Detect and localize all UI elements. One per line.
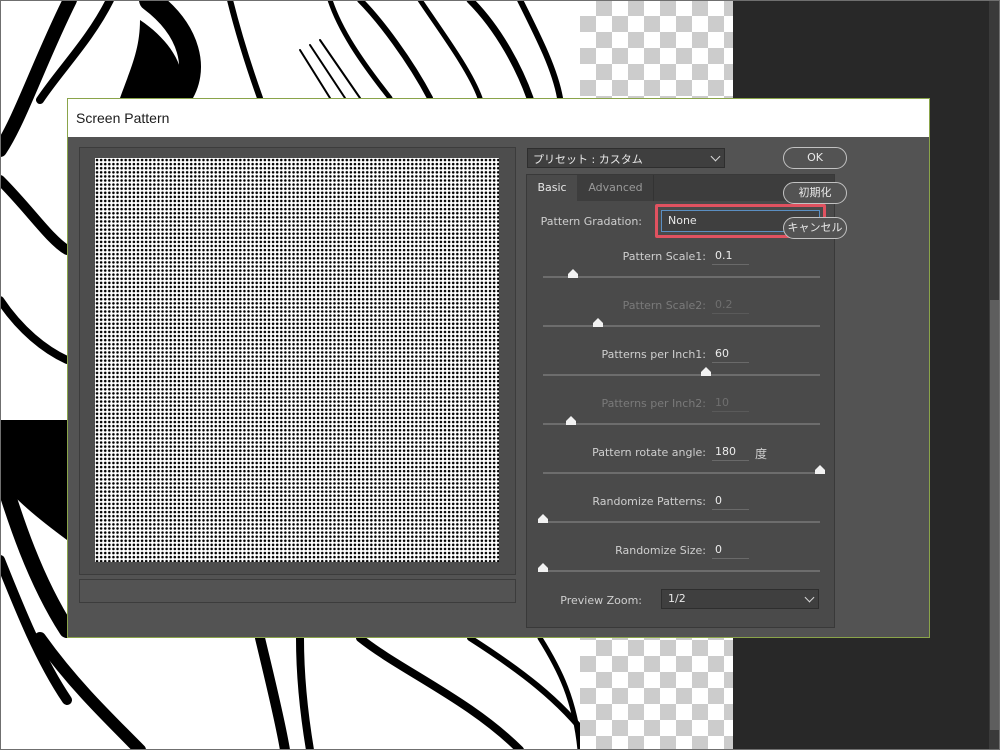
slider-thumb[interactable]: [701, 367, 712, 376]
slider-thumb: [593, 318, 604, 327]
value-input: 0.2: [712, 296, 749, 314]
tab-advanced[interactable]: Advanced: [578, 175, 654, 201]
slider-thumb[interactable]: [538, 563, 548, 572]
slider-thumb: [565, 416, 576, 425]
row-label: Patterns per Inch2:: [601, 397, 706, 410]
chevron-down-icon: [804, 592, 815, 603]
value-input[interactable]: 0: [712, 492, 749, 510]
preset-dropdown[interactable]: プリセット : カスタム: [527, 148, 725, 168]
value-input[interactable]: 60: [712, 345, 749, 363]
unit-label: 度: [755, 447, 768, 461]
row-label: Pattern rotate angle:: [592, 446, 706, 459]
slider-track[interactable]: [538, 563, 820, 572]
slider-track: [543, 416, 820, 425]
slider-thumb[interactable]: [538, 514, 548, 523]
value-input[interactable]: 180: [712, 443, 749, 461]
row-label: Randomize Patterns:: [592, 495, 706, 508]
preview-status-bar: [79, 579, 516, 603]
row-label: Pattern Scale1:: [622, 250, 706, 263]
pattern-gradation-value: None: [668, 214, 697, 227]
scrollbar-thumb[interactable]: [990, 300, 999, 730]
row-label: Randomize Size:: [615, 544, 706, 557]
pattern-gradation-label: Pattern Gradation:: [540, 215, 642, 228]
settings-tab-panel: Basic Advanced Pattern Gradation: None P…: [526, 174, 835, 628]
row-label: Pattern Scale2:: [622, 299, 706, 312]
value-input[interactable]: 0.1: [712, 247, 749, 265]
slider-track[interactable]: [543, 367, 820, 376]
pattern-preview[interactable]: [95, 158, 499, 562]
preview-zoom-label: Preview Zoom:: [560, 594, 642, 607]
value-input: 10: [712, 394, 749, 412]
slider-track[interactable]: [543, 465, 825, 474]
value-input[interactable]: 0: [712, 541, 749, 559]
preset-value: プリセット : カスタム: [533, 153, 643, 166]
dialog-titlebar[interactable]: Screen Pattern: [68, 99, 929, 137]
ok-button[interactable]: OK: [783, 147, 847, 169]
screen-pattern-dialog: Screen Pattern プリセット : カスタム Basic Advanc…: [67, 98, 930, 638]
cancel-button[interactable]: キャンセル: [783, 217, 847, 239]
chevron-down-icon: [710, 151, 721, 162]
preview-zoom-dropdown[interactable]: 1/2: [661, 589, 819, 609]
preview-panel: [79, 147, 516, 575]
slider-track[interactable]: [538, 514, 820, 523]
reset-button[interactable]: 初期化: [783, 182, 847, 204]
row-label: Patterns per Inch1:: [601, 348, 706, 361]
tab-basic[interactable]: Basic: [527, 175, 577, 201]
slider-thumb[interactable]: [815, 465, 825, 474]
slider-thumb[interactable]: [568, 269, 579, 278]
dialog-title: Screen Pattern: [76, 110, 170, 126]
slider-track: [543, 318, 820, 327]
preview-zoom-value: 1/2: [668, 592, 686, 605]
slider-track[interactable]: [543, 269, 820, 278]
